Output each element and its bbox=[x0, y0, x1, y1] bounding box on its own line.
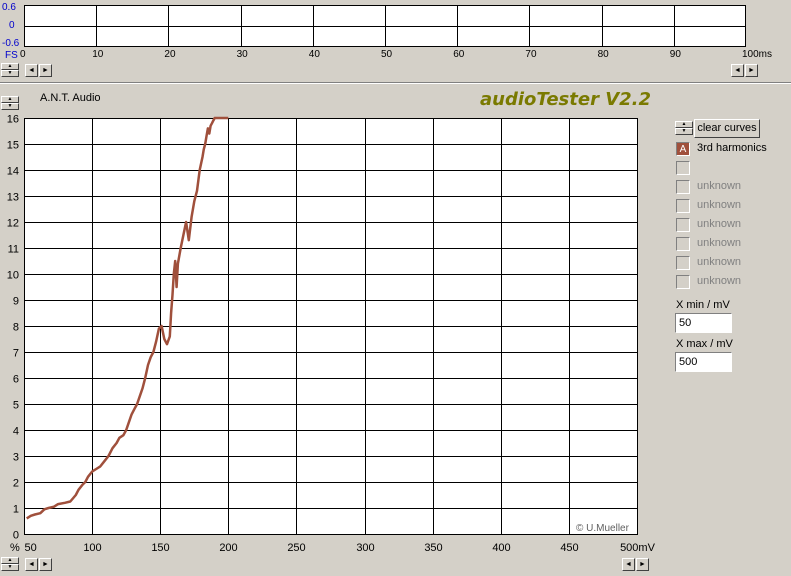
x-tick-label: 100 bbox=[83, 542, 101, 554]
scope-y-tick-top: 0.6 bbox=[2, 2, 16, 13]
clear-curves-button[interactable]: clear curves bbox=[694, 119, 760, 138]
app-title: audioTester V2.2 bbox=[480, 89, 652, 110]
scope-plot bbox=[24, 5, 746, 47]
spin-up-arrow-icon[interactable]: ▲ bbox=[1, 96, 19, 103]
y-tick-label: 9 bbox=[13, 296, 19, 308]
scroll-right-icon[interactable]: ► bbox=[39, 558, 52, 571]
x-tick-label: 500mV bbox=[620, 542, 656, 554]
y-tick-label: 13 bbox=[7, 192, 19, 204]
y-tick-label: 12 bbox=[7, 218, 19, 230]
y-tick-label: 3 bbox=[13, 452, 19, 464]
scope-x-tick: 30 bbox=[236, 49, 248, 60]
scroll-left-icon[interactable]: ◄ bbox=[731, 64, 744, 77]
curves-spinner[interactable]: ▲ ▼ bbox=[675, 121, 693, 135]
brand-label: A.N.T. Audio bbox=[40, 92, 101, 104]
x-tick-label: 50 bbox=[25, 542, 37, 554]
y-tick-label: 15 bbox=[7, 140, 19, 152]
scope-scroll-left-right[interactable]: ◄ ► bbox=[25, 64, 52, 77]
x-tick-label: 200 bbox=[219, 542, 237, 554]
xmax-label: X max / mV bbox=[676, 338, 733, 350]
scope-x-tick: 100ms bbox=[742, 49, 773, 60]
xmin-label: X min / mV bbox=[676, 299, 730, 311]
scope-y-tick-mid: 0 bbox=[9, 20, 15, 31]
y-tick-label: 6 bbox=[13, 374, 19, 386]
scroll-right-icon[interactable]: ► bbox=[636, 558, 649, 571]
copyright-label: © U.Mueller bbox=[576, 523, 629, 534]
y-tick-label: 8 bbox=[13, 322, 19, 334]
y-tick-label: 5 bbox=[13, 400, 19, 412]
spin-down-arrow-icon[interactable]: ▼ bbox=[1, 70, 19, 77]
spin-up-arrow-icon[interactable]: ▲ bbox=[1, 557, 19, 564]
scope-x-tick: 90 bbox=[669, 49, 681, 60]
spin-down-arrow-icon[interactable]: ▼ bbox=[675, 128, 693, 135]
y-tick-label: 1 bbox=[13, 504, 19, 516]
channel-label: unknown bbox=[697, 237, 742, 249]
channel-label: unknown bbox=[697, 180, 742, 192]
scope-scroll-right-buttons[interactable]: ◄ ► bbox=[731, 64, 758, 77]
scope-x-tick: 70 bbox=[525, 49, 537, 60]
x-tick-label: 250 bbox=[287, 542, 305, 554]
y-unit-label: % bbox=[10, 542, 20, 554]
scope-x-tick: 20 bbox=[164, 49, 176, 60]
channel-checkbox[interactable]: A bbox=[676, 142, 690, 156]
scope-y-tick-bottom: -0.6 bbox=[2, 38, 20, 49]
channel-checkbox[interactable] bbox=[676, 275, 690, 289]
y-tick-label: 14 bbox=[7, 166, 19, 178]
scroll-right-icon[interactable]: ► bbox=[39, 64, 52, 77]
channel-checkbox[interactable] bbox=[676, 199, 690, 213]
channel-checkbox[interactable] bbox=[676, 237, 690, 251]
channel-label: unknown bbox=[697, 199, 742, 211]
y-tick-label: 2 bbox=[13, 478, 19, 490]
y-tick-label: 16 bbox=[7, 114, 19, 126]
scope-x-tick: 50 bbox=[381, 49, 393, 60]
channel-checkbox[interactable] bbox=[676, 161, 690, 175]
y-tick-label: 4 bbox=[13, 426, 19, 438]
xmax-input[interactable] bbox=[675, 352, 732, 372]
channel-label: unknown bbox=[697, 256, 742, 268]
main-scroll-left[interactable]: ◄ ► bbox=[25, 558, 52, 571]
channel-checkbox[interactable] bbox=[676, 218, 690, 232]
y-tick-label: 10 bbox=[7, 270, 19, 282]
channel-label: 3rd harmonics bbox=[697, 142, 767, 154]
scope-x-tick: 80 bbox=[597, 49, 609, 60]
separator-line bbox=[0, 82, 791, 84]
scope-fs-label: FS bbox=[5, 50, 18, 61]
x-tick-label: 400 bbox=[492, 542, 510, 554]
x-tick-label: 300 bbox=[356, 542, 374, 554]
x-tick-label: 450 bbox=[560, 542, 578, 554]
channel-label: unknown bbox=[697, 218, 742, 230]
scroll-right-icon[interactable]: ► bbox=[745, 64, 758, 77]
channel-checkbox[interactable] bbox=[676, 180, 690, 194]
channel-label: unknown bbox=[697, 275, 742, 287]
scope-zoom-spinner[interactable]: ▲ ▼ bbox=[1, 63, 19, 77]
y-tick-label: 7 bbox=[13, 348, 19, 360]
y-tick-label: 0 bbox=[13, 530, 19, 542]
thd-chart: 50 100 150 200 250 300 350 400 450 500mV012345678… bbox=[7, 114, 656, 555]
channel-checkbox[interactable] bbox=[676, 256, 690, 270]
main-scroll-right[interactable]: ◄ ► bbox=[622, 558, 649, 571]
spin-up-arrow-icon[interactable]: ▲ bbox=[1, 63, 19, 70]
scope-x-tick: 10 bbox=[92, 49, 104, 60]
x-tick-label: 150 bbox=[151, 542, 169, 554]
main-x-spinner[interactable]: ▲ ▼ bbox=[1, 557, 19, 571]
scroll-left-icon[interactable]: ◄ bbox=[25, 558, 38, 571]
scope-x-tick: 40 bbox=[308, 49, 320, 60]
scroll-left-icon[interactable]: ◄ bbox=[25, 64, 38, 77]
y-tick-label: 11 bbox=[8, 244, 19, 256]
xmin-input[interactable] bbox=[675, 313, 732, 333]
spin-up-arrow-icon[interactable]: ▲ bbox=[675, 121, 693, 128]
spin-down-arrow-icon[interactable]: ▼ bbox=[1, 564, 19, 571]
scroll-left-icon[interactable]: ◄ bbox=[622, 558, 635, 571]
x-tick-label: 350 bbox=[424, 542, 442, 554]
scope-x-tick: 60 bbox=[453, 49, 465, 60]
scope-x-tick: 0 bbox=[20, 49, 26, 60]
